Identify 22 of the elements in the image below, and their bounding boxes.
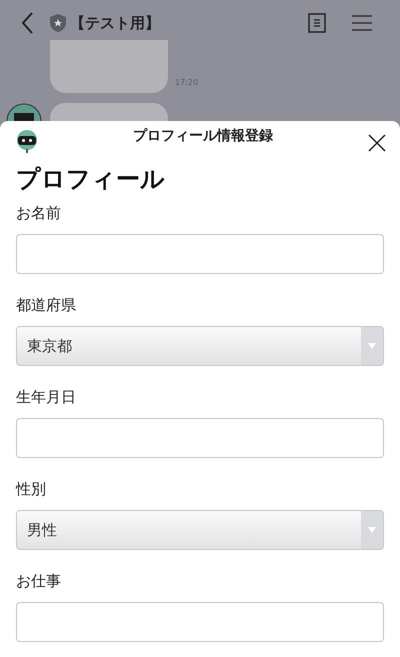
robot-icon bbox=[16, 129, 38, 153]
field-label: 生年月日 bbox=[16, 387, 77, 408]
note-icon[interactable] bbox=[308, 13, 326, 33]
select-field[interactable]: 東京都 bbox=[16, 326, 384, 366]
input-field[interactable] bbox=[16, 234, 384, 274]
back-icon[interactable] bbox=[20, 11, 34, 35]
dropdown-arrow-icon bbox=[368, 527, 376, 533]
menu-icon[interactable] bbox=[352, 15, 372, 31]
form-heading: プロフィール bbox=[16, 164, 166, 194]
select-field[interactable]: 男性 bbox=[16, 510, 384, 550]
field-label: 性別 bbox=[16, 479, 47, 500]
close-icon[interactable] bbox=[368, 134, 386, 152]
field-label: 都道府県 bbox=[16, 295, 77, 316]
shield-icon bbox=[50, 14, 66, 32]
input-field[interactable] bbox=[16, 602, 384, 642]
sheet-title: プロフィール情報登録 bbox=[132, 127, 274, 145]
field-label: お名前 bbox=[16, 203, 62, 224]
input-field[interactable] bbox=[16, 418, 384, 458]
message-time: 17:20 bbox=[175, 78, 198, 87]
dropdown-arrow-icon bbox=[368, 343, 376, 349]
field-label: お仕事 bbox=[16, 571, 62, 592]
chat-title: 【テスト用】 bbox=[70, 14, 161, 32]
